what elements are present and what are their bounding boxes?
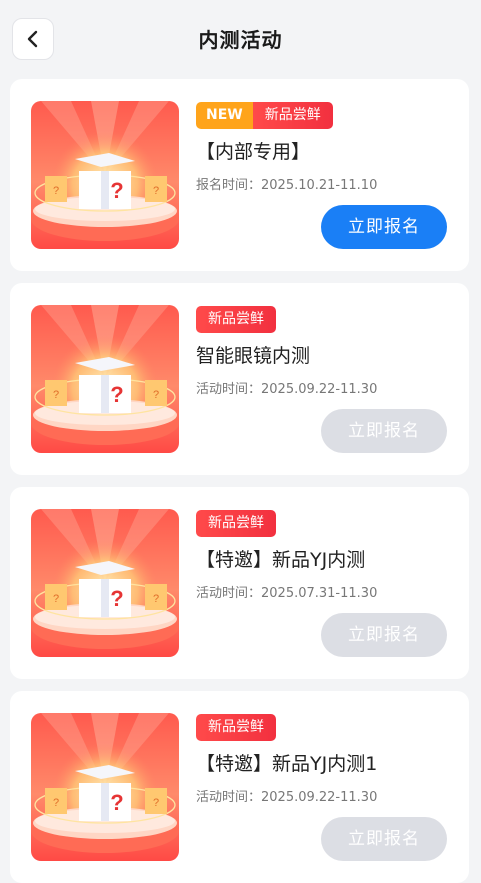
activity-time: 活动时间：2025.09.22-11.30	[196, 790, 378, 805]
activity-card[interactable]: 新品尝鲜 智能眼镜内测 活动时间：2025.09.22-11.30 立即报名	[10, 283, 469, 475]
activity-card[interactable]: NEW 新品尝鲜 【内部专用】 报名时间：2025.10.21-11.10 立即…	[10, 79, 469, 271]
header: 内测活动	[0, 0, 481, 78]
category-badge: 新品尝鲜	[196, 714, 276, 741]
activity-time: 报名时间：2025.10.21-11.10	[196, 178, 378, 193]
gift-box-image	[31, 305, 179, 453]
activity-card[interactable]: 新品尝鲜 【特邀】新品YJ内测 活动时间：2025.07.31-11.30 立即…	[10, 487, 469, 679]
gift-box-image	[31, 509, 179, 657]
signup-button[interactable]: 立即报名	[321, 409, 447, 453]
tag-group: NEW 新品尝鲜	[196, 102, 333, 129]
page-title: 内测活动	[198, 28, 283, 52]
category-badge: 新品尝鲜	[196, 510, 276, 537]
activity-card[interactable]: 新品尝鲜 【特邀】新品YJ内测1 活动时间：2025.09.22-11.30 立…	[10, 691, 469, 883]
activity-title: 【特邀】新品YJ内测1	[196, 753, 378, 775]
activity-title: 智能眼镜内测	[196, 345, 311, 367]
activity-title: 【内部专用】	[196, 141, 311, 163]
gift-box-image	[31, 713, 179, 861]
signup-button[interactable]: 立即报名	[321, 613, 447, 657]
tag-group: 新品尝鲜	[196, 306, 276, 333]
category-badge: 新品尝鲜	[196, 306, 276, 333]
signup-button[interactable]: 立即报名	[321, 205, 447, 249]
activity-title: 【特邀】新品YJ内测	[196, 549, 366, 571]
gift-box-image	[31, 101, 179, 249]
activity-time: 活动时间：2025.07.31-11.30	[196, 586, 378, 601]
tag-group: 新品尝鲜	[196, 510, 276, 537]
tag-group: 新品尝鲜	[196, 714, 276, 741]
activity-time: 活动时间：2025.09.22-11.30	[196, 382, 378, 397]
category-badge: 新品尝鲜	[252, 102, 333, 129]
new-badge: NEW	[196, 102, 253, 129]
signup-button[interactable]: 立即报名	[321, 817, 447, 861]
